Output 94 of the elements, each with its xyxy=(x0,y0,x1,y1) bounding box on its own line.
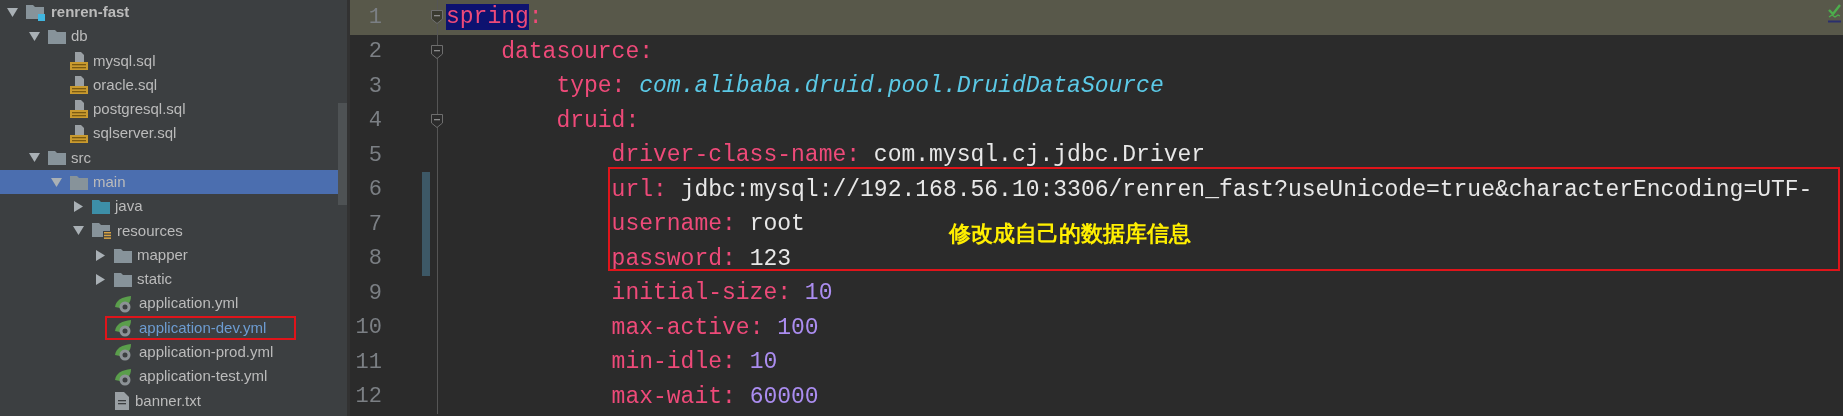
colon: : xyxy=(749,314,764,341)
line-number: 4 xyxy=(367,107,382,136)
colon: : xyxy=(625,107,640,134)
colon: : xyxy=(722,245,736,272)
folder-icon xyxy=(48,150,66,166)
line-number: 12 xyxy=(354,383,382,412)
caret-down-icon[interactable] xyxy=(50,177,62,187)
yaml-key: password xyxy=(611,245,722,272)
line-number: 3 xyxy=(367,72,382,101)
yaml-key: min-idle xyxy=(611,349,722,375)
yaml-key: max-active xyxy=(611,314,750,341)
config-file-icon xyxy=(114,319,134,337)
yaml-value: com.mysql.cj.jdbc.Driver xyxy=(873,142,1206,168)
yaml-value: 10 xyxy=(749,349,778,375)
colon: : xyxy=(722,349,736,375)
colon: : xyxy=(639,38,654,65)
folder-icon xyxy=(114,271,132,287)
yaml-key: type xyxy=(556,73,612,99)
sql-file-icon xyxy=(70,51,88,70)
folder-icon xyxy=(114,247,132,263)
tree-item[interactable]: oracle.sql xyxy=(93,73,158,97)
change-marker[interactable] xyxy=(422,241,430,277)
caret-down-icon[interactable] xyxy=(72,226,84,236)
caret-down-icon[interactable] xyxy=(28,153,40,163)
colon: : xyxy=(611,73,626,99)
yaml-key: druid xyxy=(556,107,626,134)
sql-file-icon xyxy=(70,100,88,119)
colon: : xyxy=(777,280,792,306)
caret-right-icon[interactable] xyxy=(95,249,105,261)
annotation-text: 修改成自己的数据库信息 xyxy=(948,219,1191,248)
caret-right-icon[interactable] xyxy=(73,201,83,212)
tree-item[interactable]: postgresql.sql xyxy=(93,98,186,121)
config-file-icon xyxy=(114,367,134,386)
tree-item[interactable]: renren-fast xyxy=(51,0,130,24)
line-number: 8 xyxy=(367,245,382,274)
tree-item[interactable]: java xyxy=(115,195,143,218)
line-number: 6 xyxy=(367,176,382,205)
yaml-value: 10 xyxy=(804,280,833,306)
tree-item[interactable]: application-prod.yml xyxy=(139,341,274,364)
line-number: 9 xyxy=(367,279,382,308)
change-marker[interactable] xyxy=(422,172,430,208)
yaml-key: spring xyxy=(446,4,529,30)
line-number: 10 xyxy=(354,314,382,343)
tree-item[interactable]: application.yml xyxy=(139,292,239,315)
module-folder-icon xyxy=(26,3,46,21)
check-icon[interactable] xyxy=(1828,3,1841,23)
yaml-key: driver-class-name xyxy=(611,142,847,168)
sql-file-icon xyxy=(70,76,88,95)
tree-item[interactable]: application-test.yml xyxy=(139,365,268,388)
caret-down-icon[interactable] xyxy=(6,7,18,17)
colon: : xyxy=(653,176,667,203)
folder-icon xyxy=(48,28,66,44)
line-number: 5 xyxy=(367,141,382,170)
fold-icon[interactable] xyxy=(431,10,443,25)
line-number: 2 xyxy=(367,38,382,67)
caret-right-icon[interactable] xyxy=(95,273,105,285)
yaml-key: datasource xyxy=(501,38,640,65)
yaml-key: username xyxy=(611,211,722,237)
scrollbar-thumb[interactable] xyxy=(338,103,347,205)
colon: : xyxy=(528,4,543,30)
folder-icon xyxy=(92,199,110,214)
tree-item[interactable]: sqlserver.sql xyxy=(93,122,177,145)
tree-item[interactable]: src xyxy=(71,146,91,170)
colon: : xyxy=(722,211,736,237)
line-number: 1 xyxy=(367,3,382,32)
yaml-value: 100 xyxy=(777,314,819,341)
colon: : xyxy=(846,142,861,168)
text-file-icon xyxy=(114,391,130,410)
tree-item[interactable]: mapper xyxy=(137,243,188,267)
tree-item[interactable]: static xyxy=(137,268,172,291)
yaml-value: jdbc:mysql://192.168.56.10:3306/renren_fast?useUnicode=true&characterEncoding=UTF- xyxy=(680,176,1813,203)
folder-icon xyxy=(70,174,88,190)
yaml-key: url xyxy=(611,176,653,203)
tree-item[interactable]: db xyxy=(71,25,88,48)
caret-down-icon[interactable] xyxy=(28,31,40,41)
yaml-key: initial-size xyxy=(611,280,778,306)
resources-folder-icon xyxy=(92,222,112,240)
config-file-icon xyxy=(114,343,134,362)
tree-item[interactable]: banner.txt xyxy=(135,389,201,413)
sql-file-icon xyxy=(70,124,88,143)
fold-icon[interactable] xyxy=(431,113,443,128)
line-number: 7 xyxy=(367,210,382,239)
config-file-icon xyxy=(114,294,134,313)
tree-item[interactable]: application-dev.yml xyxy=(139,316,267,340)
colon: : xyxy=(722,383,736,410)
yaml-value: com.alibaba.druid.pool.DruidDataSource xyxy=(639,73,1164,99)
tree-item[interactable]: mysql.sql xyxy=(93,49,156,72)
fold-icon[interactable] xyxy=(431,44,443,59)
yaml-value: root xyxy=(749,211,805,237)
yaml-key: max-wait xyxy=(611,383,722,410)
yaml-value: 60000 xyxy=(749,383,819,410)
line-number: 11 xyxy=(354,348,382,377)
tree-item[interactable]: resources xyxy=(117,219,183,243)
yaml-value: 123 xyxy=(749,245,792,272)
